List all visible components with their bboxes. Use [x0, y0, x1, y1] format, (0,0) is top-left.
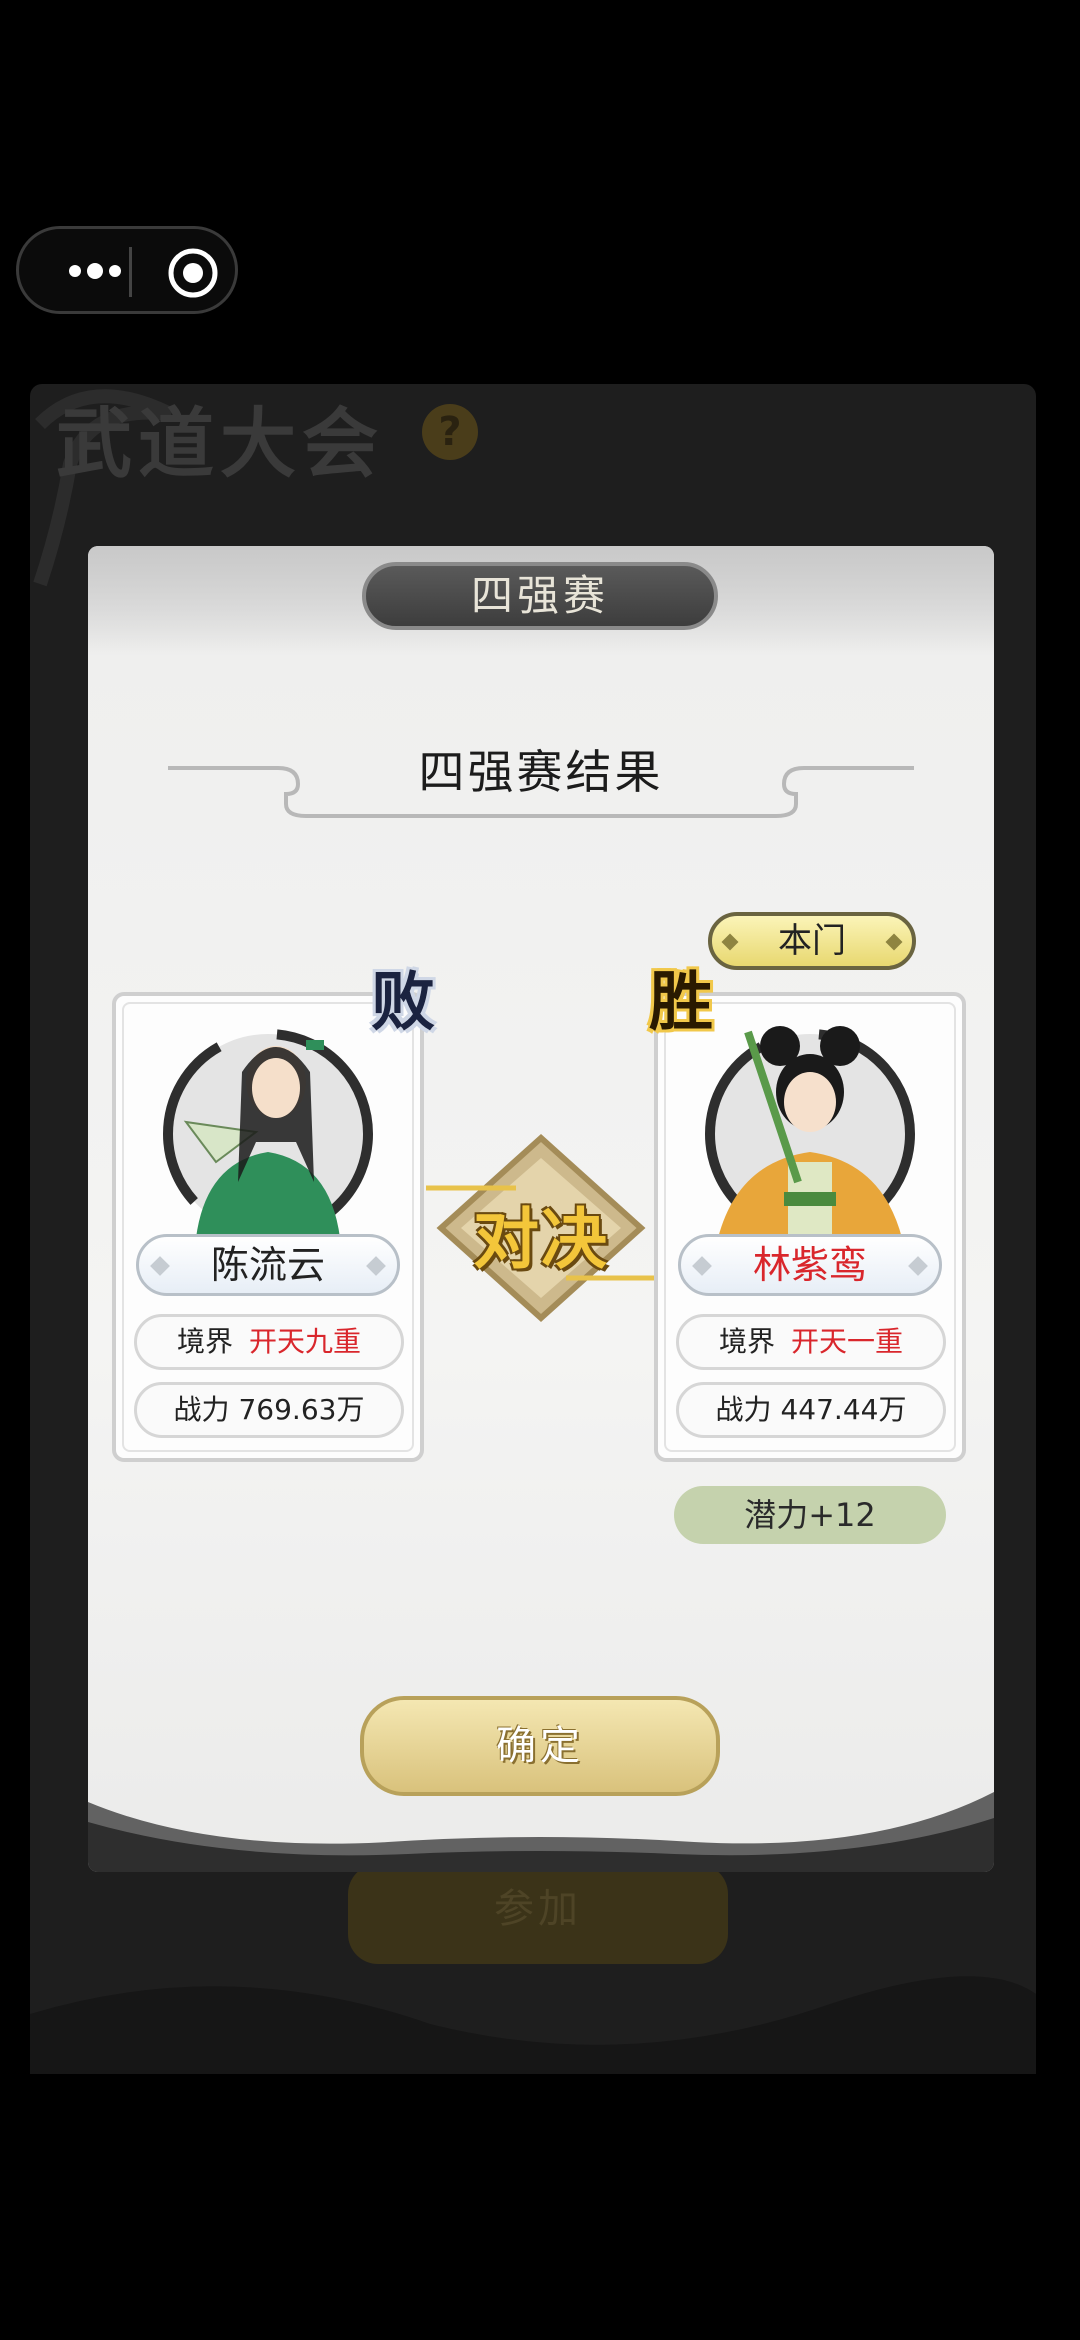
- power-value: 447.44万: [780, 1393, 907, 1426]
- realm-stat: 境界 开天九重: [134, 1314, 404, 1370]
- player-name-bar: 林紫鸾: [678, 1234, 942, 1296]
- lose-badge: 败: [371, 965, 435, 1040]
- mini-program-capsule: [16, 226, 238, 314]
- realm-value: 开天九重: [249, 1325, 362, 1358]
- diamond-ornament: [692, 1256, 712, 1276]
- player-card-left[interactable]: 陈流云 境界 开天九重 战力 769.63万: [112, 992, 424, 1462]
- cloud-ornament-bottom: [30, 1976, 1036, 2074]
- panel-title: 武道大会: [56, 399, 384, 488]
- player-name-bar: 陈流云: [136, 1234, 400, 1296]
- realm-label: 境界: [176, 1325, 233, 1358]
- player-name: 林紫鸾: [752, 1243, 867, 1287]
- diamond-ornament: [885, 933, 903, 951]
- versus-label: 对决: [473, 1200, 609, 1278]
- realm-value: 开天一重: [791, 1325, 904, 1358]
- realm-stat: 境界 开天一重: [676, 1314, 946, 1370]
- capsule-divider: [129, 247, 132, 297]
- power-label: 战力: [173, 1393, 230, 1426]
- realm-label: 境界: [718, 1325, 775, 1358]
- result-title: 四强赛结果: [418, 745, 664, 799]
- diamond-ornament: [908, 1256, 928, 1276]
- power-value: 769.63万: [238, 1393, 365, 1426]
- diamond-ornament: [366, 1256, 386, 1276]
- result-modal: 四强赛 四强赛结果 陈流云 境界 开天九重 战力 769.63万 败 对决 本门…: [88, 546, 994, 1872]
- diamond-ornament: [721, 933, 739, 951]
- own-sect-tag: 本门: [708, 912, 916, 970]
- stage-tab: 四强赛: [362, 562, 718, 630]
- win-badge: 胜: [649, 965, 713, 1040]
- power-label: 战力: [715, 1393, 772, 1426]
- player-name: 陈流云: [210, 1243, 325, 1287]
- character-portrait-chen: [163, 1029, 373, 1238]
- help-icon[interactable]: ?: [422, 404, 478, 460]
- diamond-ornament: [150, 1256, 170, 1276]
- modal-bottom-cloud: [88, 1792, 994, 1872]
- target-icon[interactable]: [165, 245, 221, 301]
- potential-reward: 潜力+12: [674, 1486, 946, 1544]
- power-stat: 战力 769.63万: [134, 1382, 404, 1438]
- player-card-right[interactable]: 林紫鸾 境界 开天一重 战力 447.44万: [654, 992, 966, 1462]
- power-stat: 战力 447.44万: [676, 1382, 946, 1438]
- sect-tag-label: 本门: [778, 921, 846, 961]
- more-dots-icon[interactable]: [49, 229, 141, 311]
